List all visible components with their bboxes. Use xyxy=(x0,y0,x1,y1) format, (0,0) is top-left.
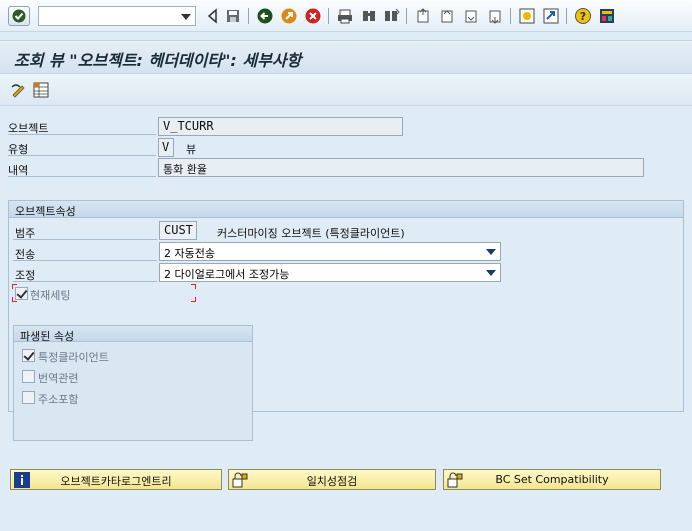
table-view-icon[interactable] xyxy=(32,81,50,99)
group-title: 오브젝트속성 xyxy=(9,201,683,218)
first-page-icon[interactable] xyxy=(414,7,432,25)
enter-button[interactable] xyxy=(8,6,30,26)
find-next-icon[interactable] xyxy=(382,7,400,25)
current-setting-checkbox[interactable] xyxy=(15,287,28,300)
layout-icon[interactable] xyxy=(598,7,616,25)
catalog-label: 오브젝트카타로그엔트리 xyxy=(60,475,172,488)
type-field: V xyxy=(158,138,174,157)
bc-set-label: BC Set Compatibility xyxy=(495,473,609,486)
info-icon xyxy=(14,472,30,488)
address-checkbox xyxy=(22,391,35,404)
application-toolbar xyxy=(0,74,692,106)
print-icon[interactable] xyxy=(336,7,354,25)
consistency-check-button[interactable]: 일치성점검 xyxy=(228,469,436,490)
category-field: CUST xyxy=(159,221,197,240)
type-desc: 뷰 xyxy=(186,143,197,156)
exit-icon[interactable] xyxy=(280,7,298,25)
transport-value: 2 자동전송 xyxy=(164,247,215,260)
command-field[interactable] xyxy=(38,6,196,26)
object-field: V_TCURR xyxy=(158,117,403,136)
address-label: 주소포함 xyxy=(38,393,79,406)
derived-title: 파생된 속성 xyxy=(14,326,252,343)
bc-set-icon xyxy=(447,472,463,488)
transport-select[interactable]: 2 자동전송 xyxy=(159,242,501,261)
last-page-icon[interactable] xyxy=(486,7,504,25)
category-desc: 커스터마이징 오브젝트 (특정클라이언트) xyxy=(217,227,405,240)
prev-page-icon[interactable] xyxy=(438,7,456,25)
system-toolbar: ? xyxy=(0,0,692,32)
object-attributes-group: 오브젝트속성 범주 CUST 커스터마이징 오브젝트 (특정클라이언트) 전송 … xyxy=(8,200,684,441)
back-icon[interactable] xyxy=(204,7,222,25)
translation-checkbox xyxy=(22,370,35,383)
display-change-icon[interactable] xyxy=(10,81,28,99)
adjust-value: 2 다이얼로그에서 조정가능 xyxy=(164,268,290,281)
bc-set-button[interactable]: BC Set Compatibility xyxy=(443,469,661,490)
current-setting-label: 현재세팅 xyxy=(30,289,71,302)
svg-text:?: ? xyxy=(580,10,586,23)
check-tool-icon xyxy=(232,472,248,488)
chevron-down-icon[interactable] xyxy=(486,270,496,276)
chevron-down-icon[interactable] xyxy=(181,14,191,20)
cancel-icon[interactable] xyxy=(304,7,322,25)
adjust-select[interactable]: 2 다이얼로그에서 조정가능 xyxy=(159,263,501,282)
enter-icon xyxy=(12,9,26,23)
main-content: 오브젝트 V_TCURR 유형 V 뷰 내역 통화 환율 오브젝트속성 범주 C… xyxy=(0,106,692,531)
translation-label: 번역관련 xyxy=(38,372,79,385)
help-icon[interactable]: ? xyxy=(574,7,592,25)
object-catalog-button[interactable]: 오브젝트카타로그엔트리 xyxy=(10,469,222,490)
find-icon[interactable] xyxy=(360,7,378,25)
client-specific-checkbox xyxy=(22,349,35,362)
shortcut-icon[interactable] xyxy=(542,7,560,25)
chevron-down-icon[interactable] xyxy=(486,249,496,255)
title-bar: 조회 뷰 "오브젝트: 헤더데이타": 세부사항 xyxy=(0,40,692,74)
save-icon[interactable] xyxy=(224,7,242,25)
back-green-icon[interactable] xyxy=(256,7,274,25)
create-session-icon[interactable] xyxy=(518,7,536,25)
client-specific-label: 특정클라이언트 xyxy=(38,351,109,364)
description-field: 통화 환율 xyxy=(158,158,644,177)
consistency-label: 일치성점검 xyxy=(306,475,358,488)
next-page-icon[interactable] xyxy=(462,7,480,25)
derived-attributes-group: 파생된 속성 특정클라이언트 번역관련 주소포함 xyxy=(13,325,253,441)
page-title: 조회 뷰 "오브젝트: 헤더데이타": 세부사항 xyxy=(14,51,302,70)
